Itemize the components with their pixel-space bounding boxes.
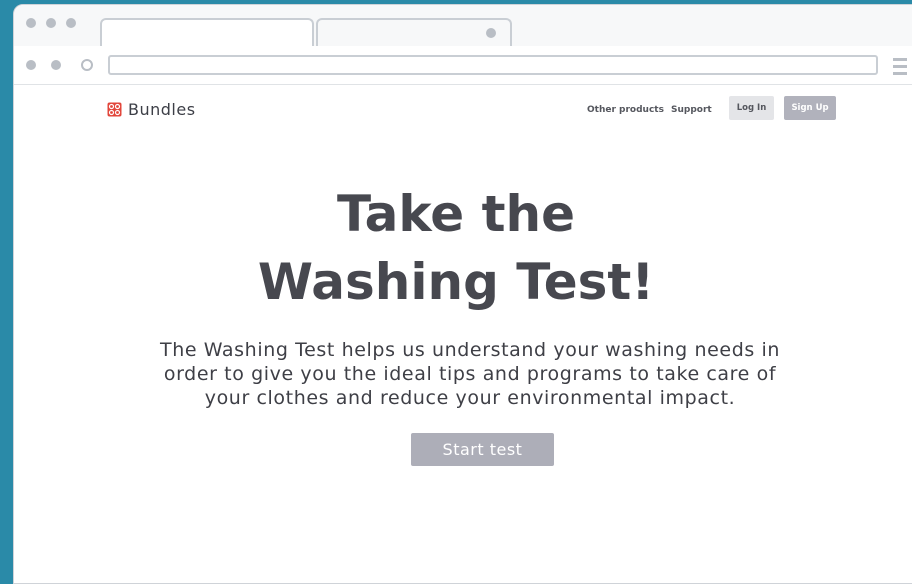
browser-tab-active[interactable] <box>100 18 314 46</box>
page-title-line: Washing Test! <box>257 253 655 311</box>
signup-button[interactable]: Sign Up <box>784 96 836 120</box>
reload-icon[interactable] <box>81 59 93 71</box>
hero-description-line: your clothes and reduce your environment… <box>204 387 736 409</box>
page-title: Take the Washing Test! <box>0 180 912 316</box>
window-control-dot[interactable] <box>46 18 56 28</box>
start-test-button[interactable]: Start test <box>411 433 554 466</box>
page-title-line: Take the <box>336 185 576 243</box>
hero-description-line: order to give you the ideal tips and pro… <box>163 363 777 385</box>
bundles-logo-icon <box>107 102 122 117</box>
nav-link-other-products[interactable]: Other products <box>587 105 664 115</box>
address-bar[interactable] <box>108 55 878 75</box>
tab-close-icon[interactable] <box>486 28 496 38</box>
back-button-icon[interactable] <box>26 60 36 70</box>
login-button[interactable]: Log In <box>729 96 774 120</box>
nav-link-support[interactable]: Support <box>671 105 712 115</box>
site-navbar: Bundles Other products Support Log In Si… <box>14 84 912 134</box>
window-control-dot[interactable] <box>26 18 36 28</box>
hero-description: The Washing Test helps us understand you… <box>120 338 820 410</box>
browser-tab-inactive[interactable] <box>316 18 512 46</box>
brand-name: Bundles <box>128 100 196 119</box>
forward-button-icon[interactable] <box>51 60 61 70</box>
browser-toolbar <box>14 46 912 85</box>
hamburger-menu-icon[interactable] <box>893 58 907 79</box>
window-control-dot[interactable] <box>66 18 76 28</box>
brand[interactable]: Bundles <box>107 100 196 119</box>
hero-description-line: The Washing Test helps us understand you… <box>159 339 781 361</box>
browser-tab-bar <box>14 5 912 47</box>
